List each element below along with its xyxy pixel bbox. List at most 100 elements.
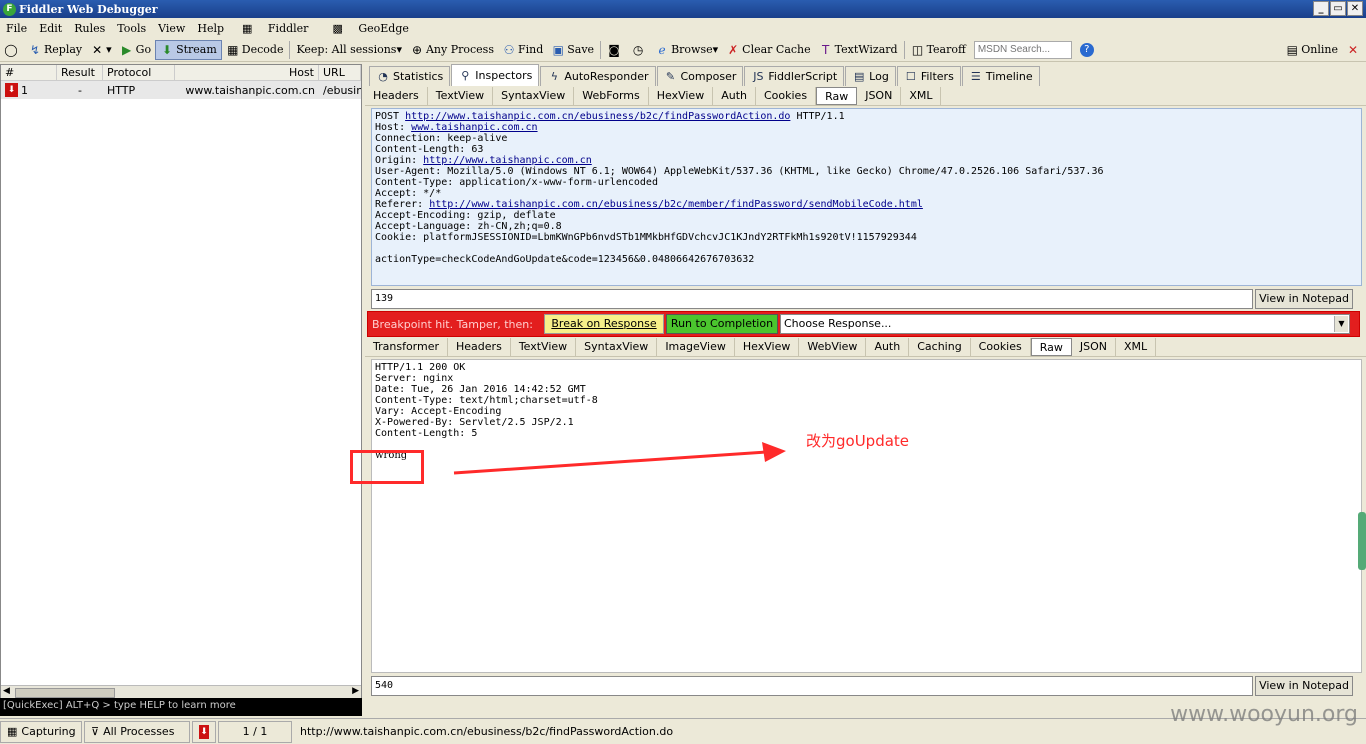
- response-tab-transformer[interactable]: Transformer: [365, 337, 449, 356]
- checkbox-icon: ☐: [905, 70, 916, 83]
- close-toolbar-button[interactable]: ✕: [1342, 40, 1366, 60]
- capturing-toggle[interactable]: ▦ Capturing: [0, 720, 82, 743]
- tab-statistics[interactable]: ◔ Statistics: [369, 66, 451, 86]
- response-tab-imageview[interactable]: ImageView: [657, 337, 735, 356]
- close-button[interactable]: ✕: [1347, 1, 1363, 16]
- response-tab-caching[interactable]: Caching: [909, 337, 971, 356]
- msdn-search-input[interactable]: [973, 40, 1072, 59]
- menu-edit[interactable]: Edit: [33, 22, 68, 35]
- menu-rules[interactable]: Rules: [68, 22, 111, 35]
- response-tab-textview[interactable]: TextView: [511, 337, 577, 356]
- session-row[interactable]: ⬇ 1 - HTTP www.taishanpic.com.cn /ebusin: [1, 81, 361, 99]
- response-tab-headers[interactable]: Headers: [448, 337, 511, 356]
- request-tab-headers[interactable]: Headers: [365, 86, 428, 105]
- menu-help[interactable]: Help: [191, 22, 230, 35]
- tearoff-button[interactable]: ◫ Tearoff: [907, 40, 970, 60]
- breakpoint-status[interactable]: ⬇: [192, 720, 216, 743]
- request-view-notepad-button[interactable]: View in Notepad: [1255, 289, 1353, 309]
- help-button[interactable]: ?: [1076, 40, 1100, 60]
- request-tab-webforms[interactable]: WebForms: [574, 86, 649, 105]
- response-tab-raw[interactable]: Raw: [1030, 337, 1072, 356]
- column-header-host[interactable]: Host: [175, 65, 319, 80]
- horizontal-scrollbar[interactable]: ◀ ▶: [1, 685, 361, 699]
- choose-response-select[interactable]: Choose Response... ▼: [780, 314, 1350, 334]
- find-button[interactable]: ⚇ Find: [498, 40, 547, 60]
- column-header-result[interactable]: Result: [57, 65, 103, 80]
- request-tab-auth[interactable]: Auth: [713, 86, 756, 105]
- scroll-left-icon[interactable]: ◀: [3, 686, 10, 696]
- stream-arrow-icon: ⬇: [162, 42, 173, 57]
- menu-tools[interactable]: Tools: [111, 22, 152, 35]
- browse-button[interactable]: ℯ Browse ▾: [651, 40, 722, 60]
- tab-timeline[interactable]: ☰ Timeline: [961, 66, 1040, 86]
- maximize-button[interactable]: ▭: [1330, 1, 1346, 16]
- tab-inspectors[interactable]: ⚲ Inspectors: [451, 64, 540, 86]
- tab-fiddlerscript[interactable]: JS FiddlerScript: [744, 66, 845, 86]
- tab-log[interactable]: ▤ Log: [845, 66, 896, 86]
- request-tab-raw[interactable]: Raw: [816, 86, 858, 105]
- comment-button[interactable]: ◯: [0, 40, 24, 60]
- session-list-header: # Result Protocol Host URL: [1, 65, 361, 81]
- response-tab-auth[interactable]: Auth: [866, 337, 910, 356]
- host-link[interactable]: www.taishanpic.com.cn: [411, 122, 537, 133]
- save-button[interactable]: ▣ Save: [547, 40, 598, 60]
- request-tab-xml[interactable]: XML: [901, 86, 942, 105]
- menu-geoedge[interactable]: ▩ GeoEdge: [320, 22, 420, 35]
- request-url-link[interactable]: http://www.taishanpic.com.cn/ebusiness/b…: [405, 111, 790, 122]
- menu-file[interactable]: File: [0, 22, 33, 35]
- chevron-down-icon[interactable]: ▼: [1334, 316, 1348, 332]
- tab-autoresponder[interactable]: ϟ AutoResponder: [540, 66, 656, 86]
- request-tab-hexview[interactable]: HexView: [649, 86, 714, 105]
- response-view-notepad-button[interactable]: View in Notepad: [1255, 676, 1353, 696]
- session-result-cell: -: [78, 83, 82, 97]
- scroll-right-icon[interactable]: ▶: [352, 686, 359, 696]
- menu-view[interactable]: View: [152, 22, 191, 35]
- chevron-down-icon: ▾: [712, 43, 719, 56]
- minimize-button[interactable]: _: [1313, 1, 1329, 16]
- request-tab-json[interactable]: JSON: [857, 86, 902, 105]
- go-button[interactable]: ▶ Go: [116, 40, 155, 60]
- response-tab-cookies[interactable]: Cookies: [971, 337, 1031, 356]
- response-tab-json[interactable]: JSON: [1072, 337, 1117, 356]
- online-indicator[interactable]: ▤ Online: [1281, 40, 1342, 60]
- screenshot-button[interactable]: ◙: [603, 40, 627, 60]
- request-raw-editor[interactable]: POST http://www.taishanpic.com.cn/ebusin…: [371, 108, 1362, 286]
- stream-button[interactable]: ⬇ Stream: [155, 39, 222, 60]
- response-tab-hexview[interactable]: HexView: [735, 337, 800, 356]
- request-tab-syntaxview[interactable]: SyntaxView: [493, 86, 575, 105]
- timer-button[interactable]: ◷: [627, 40, 651, 60]
- request-byte-count: 139: [371, 289, 1253, 309]
- process-filter[interactable]: ⊽ All Processes: [84, 720, 190, 743]
- request-tab-cookies[interactable]: Cookies: [756, 86, 817, 105]
- scroll-thumb[interactable]: [15, 688, 115, 698]
- scrollbar-grip[interactable]: [1358, 512, 1366, 570]
- textwizard-button[interactable]: T TextWizard: [815, 40, 902, 60]
- response-raw-editor[interactable]: HTTP/1.1 200 OK Server: nginx Date: Tue,…: [371, 359, 1362, 673]
- tab-composer[interactable]: ✎ Composer: [656, 66, 744, 86]
- column-header-url[interactable]: URL: [319, 65, 361, 80]
- title-bar: F Fiddler Web Debugger _ ▭ ✕: [0, 0, 1366, 18]
- main-tabs: ◔ Statistics ⚲ Inspectors ϟ AutoResponder ✎…: [365, 64, 1366, 86]
- quickexec-input[interactable]: [QuickExec] ALT+Q > type HELP to learn m…: [0, 698, 362, 716]
- origin-link[interactable]: http://www.taishanpic.com.cn: [423, 155, 592, 166]
- referer-link[interactable]: http://www.taishanpic.com.cn/ebusiness/b…: [429, 199, 923, 210]
- response-tab-xml[interactable]: XML: [1116, 337, 1157, 356]
- menu-fiddler[interactable]: ▦ Fiddler: [230, 22, 320, 35]
- tab-filters[interactable]: ☐ Filters: [896, 66, 961, 86]
- textwizard-icon: T: [821, 42, 830, 57]
- keep-sessions-dropdown[interactable]: Keep: All sessions ▾: [292, 40, 406, 60]
- response-tab-syntaxview[interactable]: SyntaxView: [576, 337, 658, 356]
- response-tab-webview[interactable]: WebView: [799, 337, 867, 356]
- column-header-num[interactable]: #: [1, 65, 57, 80]
- column-header-protocol[interactable]: Protocol: [103, 65, 175, 80]
- clear-cache-button[interactable]: ✗ Clear Cache: [722, 40, 815, 60]
- break-on-response-button[interactable]: Break on Response: [544, 314, 664, 334]
- replay-button[interactable]: ↯ Replay: [24, 40, 86, 60]
- any-process-button[interactable]: ⊕ Any Process: [406, 40, 498, 60]
- request-tab-textview[interactable]: TextView: [428, 86, 494, 105]
- fiddler-logo-icon: F: [3, 2, 16, 16]
- remove-button[interactable]: ✕ ▾: [86, 40, 116, 60]
- decode-button[interactable]: ▦ Decode: [222, 40, 288, 60]
- run-to-completion-button[interactable]: Run to Completion: [666, 314, 778, 334]
- request-tabs: Headers TextView SyntaxView WebForms Hex…: [365, 86, 1366, 106]
